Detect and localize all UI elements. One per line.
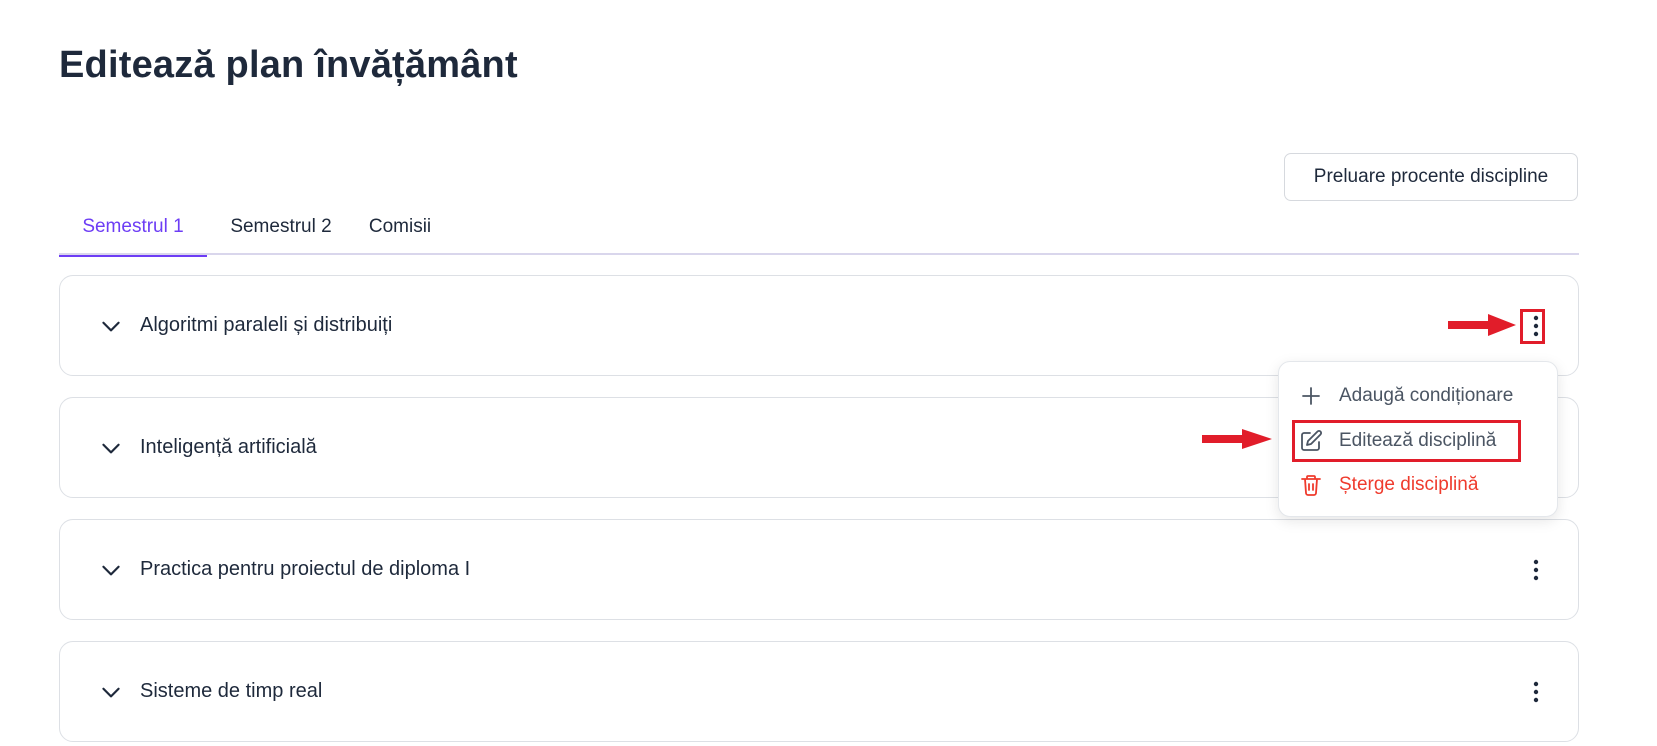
- annotation-highlight-box: [1292, 420, 1521, 462]
- chevron-down-icon[interactable]: [98, 435, 124, 461]
- discipline-name: Practica pentru proiectul de diploma I: [140, 558, 471, 580]
- add-condition-menu-item[interactable]: Adaugă condiționare: [1279, 376, 1559, 416]
- plus-icon: [1302, 387, 1320, 405]
- discipline-name: Sisteme de timp real: [140, 680, 323, 702]
- annotation-highlight-box: [1520, 309, 1545, 344]
- discipline-card[interactable]: Practica pentru proiectul de diploma I: [59, 519, 1579, 620]
- trash-icon: [1301, 475, 1321, 496]
- more-vertical-icon: [1533, 681, 1539, 703]
- more-options-button[interactable]: [1522, 556, 1550, 584]
- annotation-arrow-icon: [1448, 314, 1516, 336]
- chevron-down-icon[interactable]: [98, 679, 124, 705]
- annotation-arrow-icon: [1202, 429, 1272, 449]
- discipline-name: Inteligență artificială: [140, 436, 317, 458]
- more-vertical-icon: [1533, 559, 1539, 581]
- discipline-card[interactable]: Sisteme de timp real: [59, 641, 1579, 742]
- menu-item-label: Adaugă condiționare: [1339, 385, 1514, 406]
- tab-comisii[interactable]: Comisii: [365, 212, 435, 255]
- edit-study-plan-page: Editează plan învățământ Preluare procen…: [0, 0, 1657, 746]
- chevron-down-icon[interactable]: [98, 557, 124, 583]
- more-options-button[interactable]: [1522, 678, 1550, 706]
- tab-semestrul-2[interactable]: Semestrul 2: [223, 212, 339, 255]
- import-percentages-button[interactable]: Preluare procente discipline: [1284, 153, 1578, 201]
- page-title: Editează plan învățământ: [59, 44, 518, 86]
- discipline-name: Algoritmi paraleli și distribuiți: [140, 314, 393, 336]
- delete-discipline-menu-item[interactable]: Șterge disciplină: [1279, 465, 1559, 505]
- chevron-down-icon[interactable]: [98, 313, 124, 339]
- menu-item-label: Șterge disciplină: [1339, 474, 1479, 495]
- tab-semestrul-1[interactable]: Semestrul 1: [59, 212, 207, 257]
- semester-tabs: Semestrul 1 Semestrul 2 Comisii: [59, 212, 1579, 257]
